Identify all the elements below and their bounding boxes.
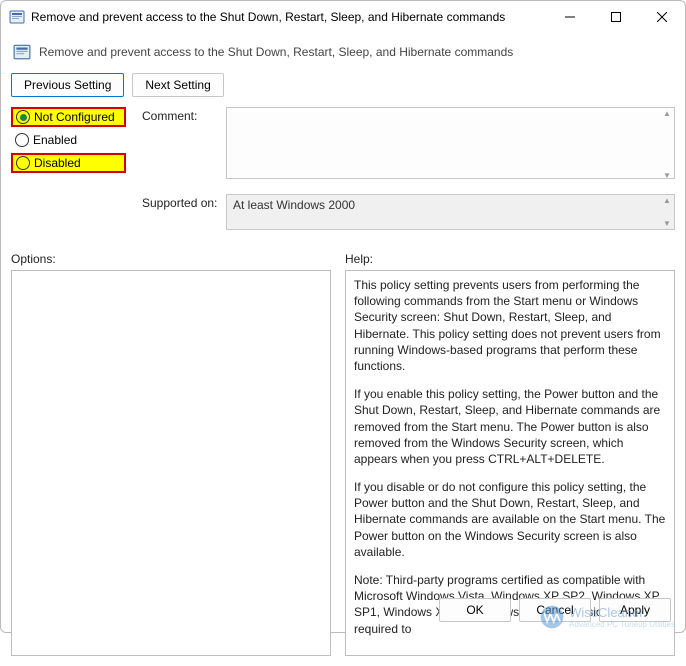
options-box	[11, 270, 331, 656]
next-setting-button[interactable]: Next Setting	[132, 73, 223, 97]
radio-label: Not Configured	[34, 110, 115, 124]
window-buttons	[547, 1, 685, 33]
radio-label: Enabled	[33, 133, 77, 147]
comment-label: Comment:	[142, 107, 226, 123]
supported-row: Supported on: At least Windows 2000 ▲ ▼	[142, 194, 675, 230]
radio-dot-icon	[15, 133, 29, 147]
minimize-button[interactable]	[547, 1, 593, 33]
comment-input[interactable]	[226, 107, 675, 179]
close-button[interactable]	[639, 1, 685, 33]
maximize-button[interactable]	[593, 1, 639, 33]
subtitle-text: Remove and prevent access to the Shut Do…	[39, 45, 513, 59]
content-top: Not Configured Enabled Disabled Comment:…	[11, 107, 675, 242]
radio-dot-icon	[16, 110, 30, 124]
options-label: Options:	[11, 248, 331, 270]
supported-value: At least Windows 2000	[226, 194, 675, 230]
titlebar: Remove and prevent access to the Shut Do…	[1, 1, 685, 33]
ok-button[interactable]: OK	[439, 598, 511, 622]
footer-buttons: OK Cancel Apply	[439, 598, 671, 622]
radio-label: Disabled	[34, 156, 81, 170]
apply-button[interactable]: Apply	[599, 598, 671, 622]
policy-icon	[13, 43, 31, 61]
policy-icon	[9, 9, 25, 25]
help-paragraph: If you disable or do not configure this …	[354, 479, 666, 560]
radio-dot-icon	[16, 156, 30, 170]
radio-disabled[interactable]: Disabled	[11, 153, 126, 173]
radio-enabled[interactable]: Enabled	[11, 131, 126, 149]
radio-not-configured[interactable]: Not Configured	[11, 107, 126, 127]
supported-label: Supported on:	[142, 194, 226, 210]
help-paragraph: If you enable this policy setting, the P…	[354, 386, 666, 467]
help-paragraph: This policy setting prevents users from …	[354, 277, 666, 374]
help-label: Help:	[345, 248, 675, 270]
nav-row: Previous Setting Next Setting	[11, 73, 675, 97]
subtitle-row: Remove and prevent access to the Shut Do…	[11, 33, 675, 73]
window-title: Remove and prevent access to the Shut Do…	[31, 10, 547, 24]
lower-panels: Options: Help: This policy setting preve…	[11, 248, 675, 656]
help-column: Help: This policy setting prevents users…	[345, 248, 675, 656]
cancel-button[interactable]: Cancel	[519, 598, 591, 622]
previous-setting-button[interactable]: Previous Setting	[11, 73, 124, 97]
help-text: This policy setting prevents users from …	[354, 277, 666, 637]
comment-row: Comment: ▲ ▼	[142, 107, 675, 182]
right-column: Comment: ▲ ▼ Supported on: At least Wind…	[142, 107, 675, 242]
client-area: Remove and prevent access to the Shut Do…	[1, 33, 685, 666]
state-radios: Not Configured Enabled Disabled	[11, 107, 126, 242]
options-column: Options:	[11, 248, 331, 656]
